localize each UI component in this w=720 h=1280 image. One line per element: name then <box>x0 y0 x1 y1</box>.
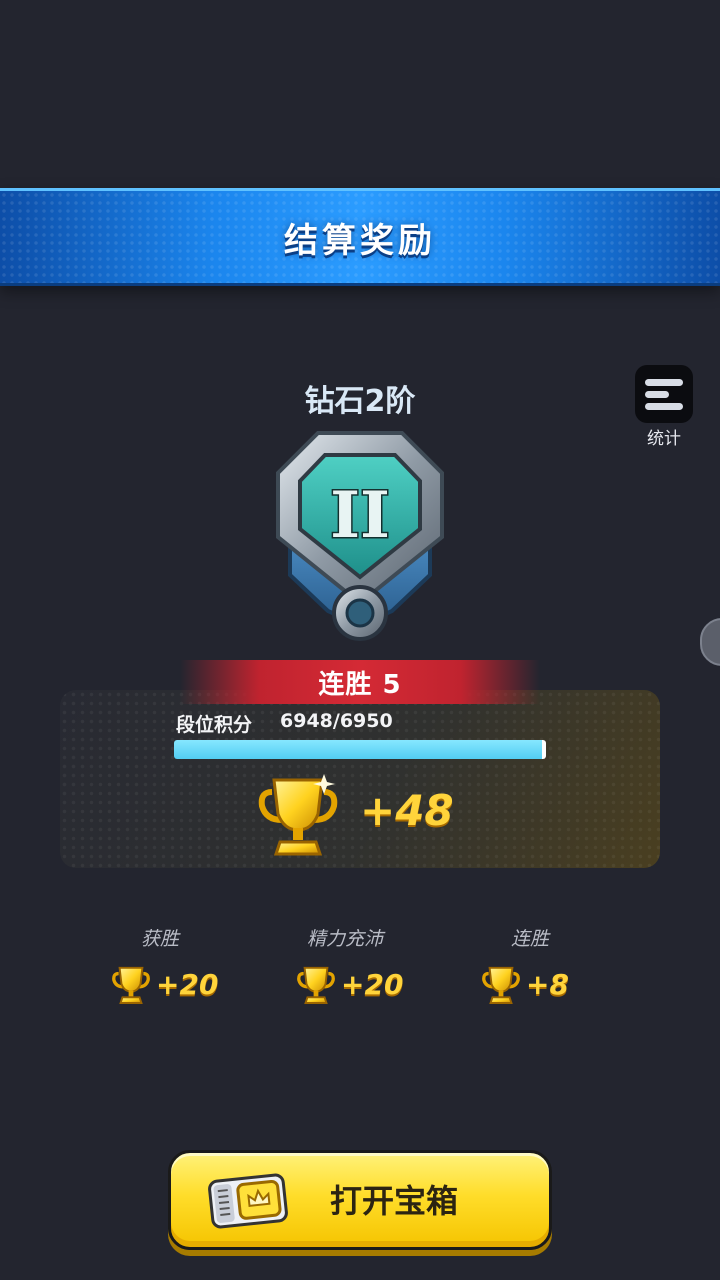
breakdown-item-energy: +20 <box>297 962 403 1006</box>
rank-tier-numeral: II <box>330 478 390 553</box>
result-banner: 结算奖励 <box>0 188 720 286</box>
trophy-icon <box>297 966 335 1004</box>
rank-progress-bar <box>174 740 546 759</box>
breakdown-value-streak: +8 <box>526 967 569 1001</box>
total-trophy-gain: +48 <box>360 786 454 835</box>
rank-progress-fill <box>174 740 546 759</box>
chest-ticket-icon <box>208 1173 288 1229</box>
breakdown-item-win: +20 <box>112 962 218 1006</box>
rank-name: 钻石2阶 <box>304 384 416 419</box>
win-streak-label: 连胜 5 <box>318 669 402 700</box>
rank-points-label: 段位积分 <box>176 714 253 736</box>
side-drawer-handle[interactable] <box>700 618 720 666</box>
breakdown-item-streak: +8 <box>482 962 569 1006</box>
rank-points-value: 6948/6950 <box>280 710 393 732</box>
settlement-screen: 结算奖励 统计 钻石2阶 II 连胜 5 段位积分 6948/6950 +48 … <box>0 0 720 1280</box>
open-chest-label: 打开宝箱 <box>330 1182 459 1220</box>
win-streak-ribbon: 连胜 5 <box>180 660 540 704</box>
breakdown-label-win: 获胜 <box>140 928 179 950</box>
stats-label: 统计 <box>647 429 681 449</box>
breakdown-value-win: +20 <box>156 967 219 1001</box>
trophy-icon <box>258 774 338 856</box>
breakdown-value-energy: +20 <box>341 967 404 1001</box>
rank-badge-icon: II <box>276 431 444 641</box>
breakdown-label-streak: 连胜 <box>510 928 549 950</box>
breakdown-label-energy: 精力充沛 <box>306 928 383 950</box>
banner-title: 结算奖励 <box>284 220 436 261</box>
trophy-icon <box>482 966 520 1004</box>
trophy-icon <box>112 966 150 1004</box>
